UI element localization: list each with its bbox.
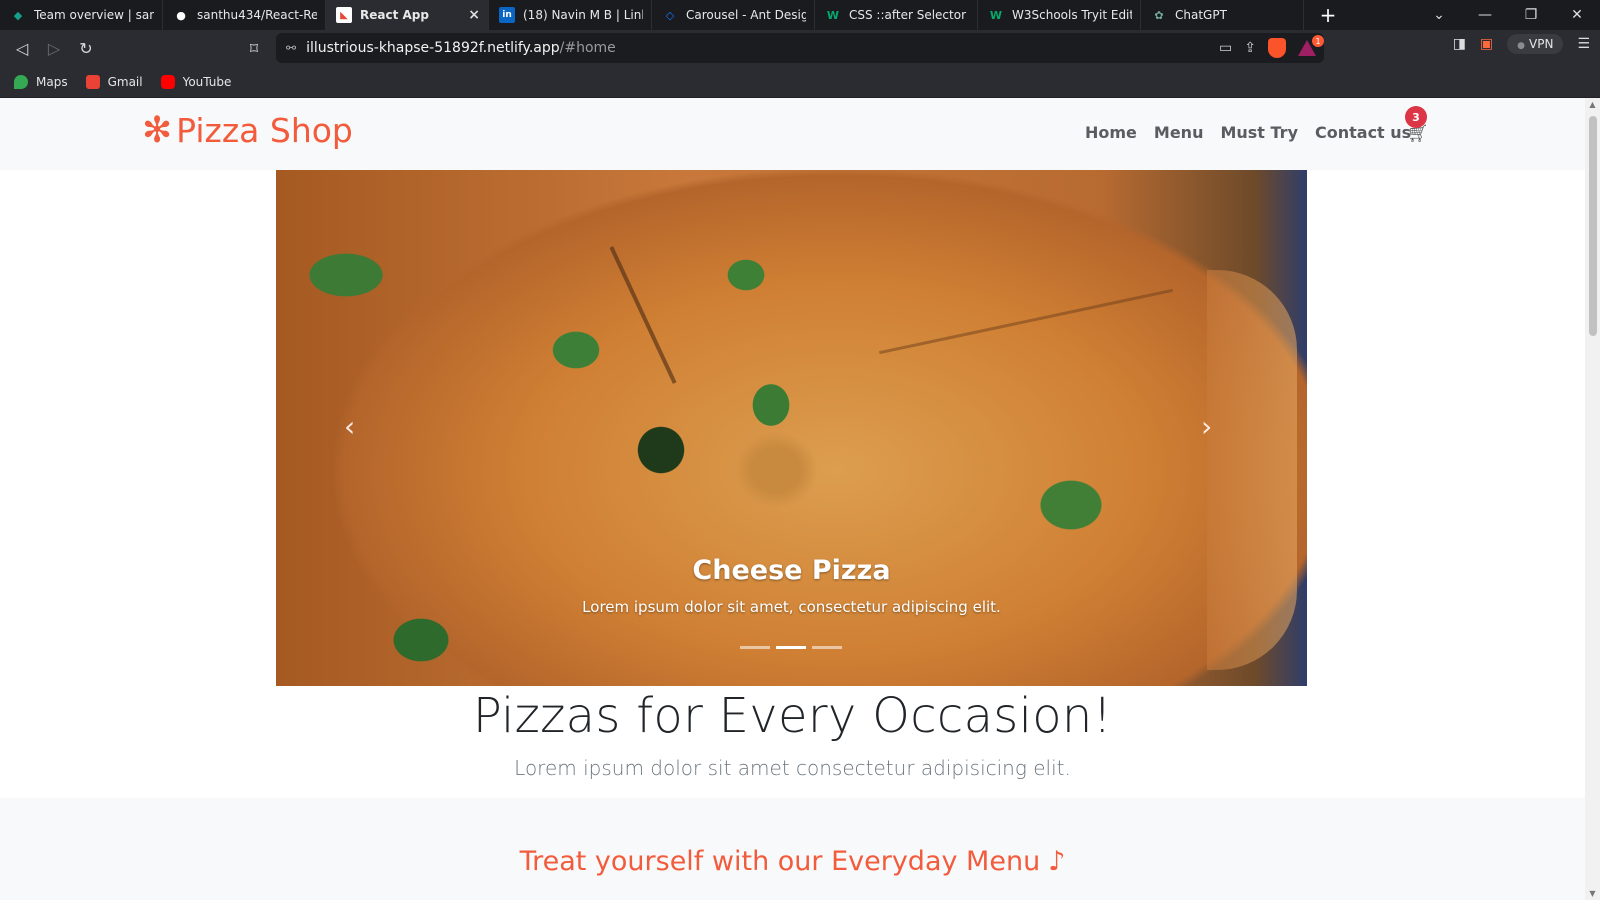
tab-title: (18) Navin M B | LinkedIn [523,8,643,22]
tab-title: CSS ::after Selector [849,8,967,22]
chatgpt-icon: ✿ [1154,8,1164,22]
carousel-text: Lorem ipsum dolor sit amet, consectetur … [582,598,1001,616]
carousel-indicator-2[interactable] [776,646,806,649]
brand-logo[interactable]: ✻ Pizza Shop [142,110,353,151]
carousel-indicator-3[interactable] [812,646,842,649]
gmail-icon [85,74,100,89]
github-icon: ● [176,8,186,22]
browser-toolbar: ◁ ▷ ↻ ⌑ ⚯ illustrious-khapse-51892f.netl… [0,30,1600,66]
bookmark-maps[interactable]: Maps [14,74,68,89]
react-icon: ◣ [336,7,352,23]
close-window-icon[interactable]: ✕ [1554,0,1600,30]
hero-subtitle: Lorem ipsum dolor sit amet consectetur a… [514,756,1071,780]
w3schools-icon: W [989,8,1003,22]
music-note-icon: ♪ [1048,846,1066,877]
site-navbar: ✻ Pizza Shop Home Menu Must Try Contact … [0,98,1585,170]
menu-heading: Treat yourself with our Everyday Menu ♪ [0,846,1585,877]
app-icon: ◆ [13,8,23,22]
page-scrollbar[interactable]: ▲ ▼ [1585,98,1600,900]
bookmark-youtube[interactable]: YouTube [160,74,232,89]
restore-icon[interactable]: ❐ [1508,0,1554,30]
pizza-slice-cut [878,288,1174,355]
bookmark-label: YouTube [182,74,232,89]
window-controls: ⌄ — ❐ ✕ [1416,0,1600,30]
tab-linkedin[interactable]: in (18) Navin M B | LinkedIn [489,0,652,30]
maps-icon [14,74,28,89]
tab-team-overview[interactable]: ◆ Team overview | santhu4 [0,0,163,30]
pizza-slice-cut [609,246,677,384]
tab-chatgpt[interactable]: ✿ ChatGPT [1141,0,1304,30]
scroll-up-icon[interactable]: ▲ [1588,100,1597,109]
bookmark-gmail[interactable]: Gmail [85,74,143,89]
reload-icon[interactable]: ↻ [70,33,102,63]
page-viewport: ✻ Pizza Shop Home Menu Must Try Contact … [0,98,1585,900]
browser-tab-strip: ◆ Team overview | santhu4 ● santhu434/Re… [0,0,1600,30]
pizza-flower-icon: ✻ [142,110,173,151]
site-info-icon[interactable]: ⚯ [286,41,296,55]
brave-shields-icon[interactable] [1268,38,1286,58]
tab-css-after[interactable]: W CSS ::after Selector [815,0,978,30]
tab-react-app[interactable]: ◣ React App × [326,0,489,30]
carousel-prev-icon[interactable]: ‹ [344,410,355,443]
bookmark-label: Gmail [107,74,143,89]
brand-name: Pizza Shop [176,111,353,150]
tab-w3schools-tryit[interactable]: W W3Schools Tryit Editor [978,0,1141,30]
scrollbar-thumb[interactable] [1589,116,1597,336]
tab-title: Carousel - Ant Design [686,8,806,22]
tab-title: Team overview | santhu4 [34,8,154,22]
menu-heading-text: Treat yourself with our Everyday Menu [519,846,1041,877]
url-path: /#home [559,40,616,56]
carousel-caption: Cheese Pizza Lorem ipsum dolor sit amet,… [276,555,1307,616]
close-tab-icon[interactable]: × [468,7,480,23]
bookmark-icon[interactable]: ⌑ [238,33,270,63]
bookmarks-bar: Maps Gmail YouTube [0,66,1600,98]
antd-icon: ◇ [665,8,675,22]
cast-icon[interactable]: ▭ [1219,40,1232,56]
youtube-icon [160,74,175,89]
tab-github[interactable]: ● santhu434/React-Redux [163,0,326,30]
carousel-indicator-1[interactable] [740,646,770,649]
nav-menu[interactable]: Menu [1154,123,1204,142]
nav-home[interactable]: Home [1085,123,1137,142]
scroll-down-icon[interactable]: ▼ [1588,889,1597,898]
carousel-indicators [740,646,842,649]
forward-icon[interactable]: ▷ [38,33,70,63]
new-tab-button[interactable]: + [1308,0,1348,30]
nav-contact-us[interactable]: Contact us [1315,123,1411,142]
everyday-menu-section: Treat yourself with our Everyday Menu ♪ [0,798,1585,900]
tab-search-icon[interactable]: ⌄ [1416,0,1462,30]
rewards-badge: 1 [1312,35,1324,47]
nav-links: Home Menu Must Try Contact us [1085,123,1411,142]
tab-title: React App [360,8,429,22]
tab-title: ChatGPT [1175,8,1227,22]
brave-rewards-icon[interactable]: 1 [1298,35,1324,56]
tab-ant-design[interactable]: ◇ Carousel - Ant Design [652,0,815,30]
w3schools-icon: W [826,8,840,22]
url-host: illustrious-khapse-51892f.netlify.app [306,40,560,56]
share-icon[interactable]: ⇪ [1244,40,1256,56]
linkedin-icon: in [499,7,515,23]
address-bar[interactable]: ⚯ illustrious-khapse-51892f.netlify.app /… [276,33,1324,63]
vpn-button[interactable]: VPN [1507,34,1564,54]
hero-carousel: ‹ › Cheese Pizza Lorem ipsum dolor sit a… [276,170,1307,686]
carousel-next-icon[interactable]: › [1201,410,1212,443]
tab-title: W3Schools Tryit Editor [1012,8,1132,22]
menu-icon[interactable]: ☰ [1577,36,1590,52]
tab-title: santhu434/React-Redux [197,8,317,22]
back-icon[interactable]: ◁ [6,33,38,63]
cart-count-badge: 3 [1405,106,1427,128]
bookmark-label: Maps [36,74,68,89]
nav-must-try[interactable]: Must Try [1220,123,1298,142]
wallet-icon[interactable]: ▣ [1480,36,1493,52]
hero-title: Pizzas for Every Occasion! [472,688,1113,744]
minimize-icon[interactable]: — [1462,0,1508,30]
sidebar-icon[interactable]: ◨ [1453,36,1466,52]
carousel-title: Cheese Pizza [692,555,891,586]
